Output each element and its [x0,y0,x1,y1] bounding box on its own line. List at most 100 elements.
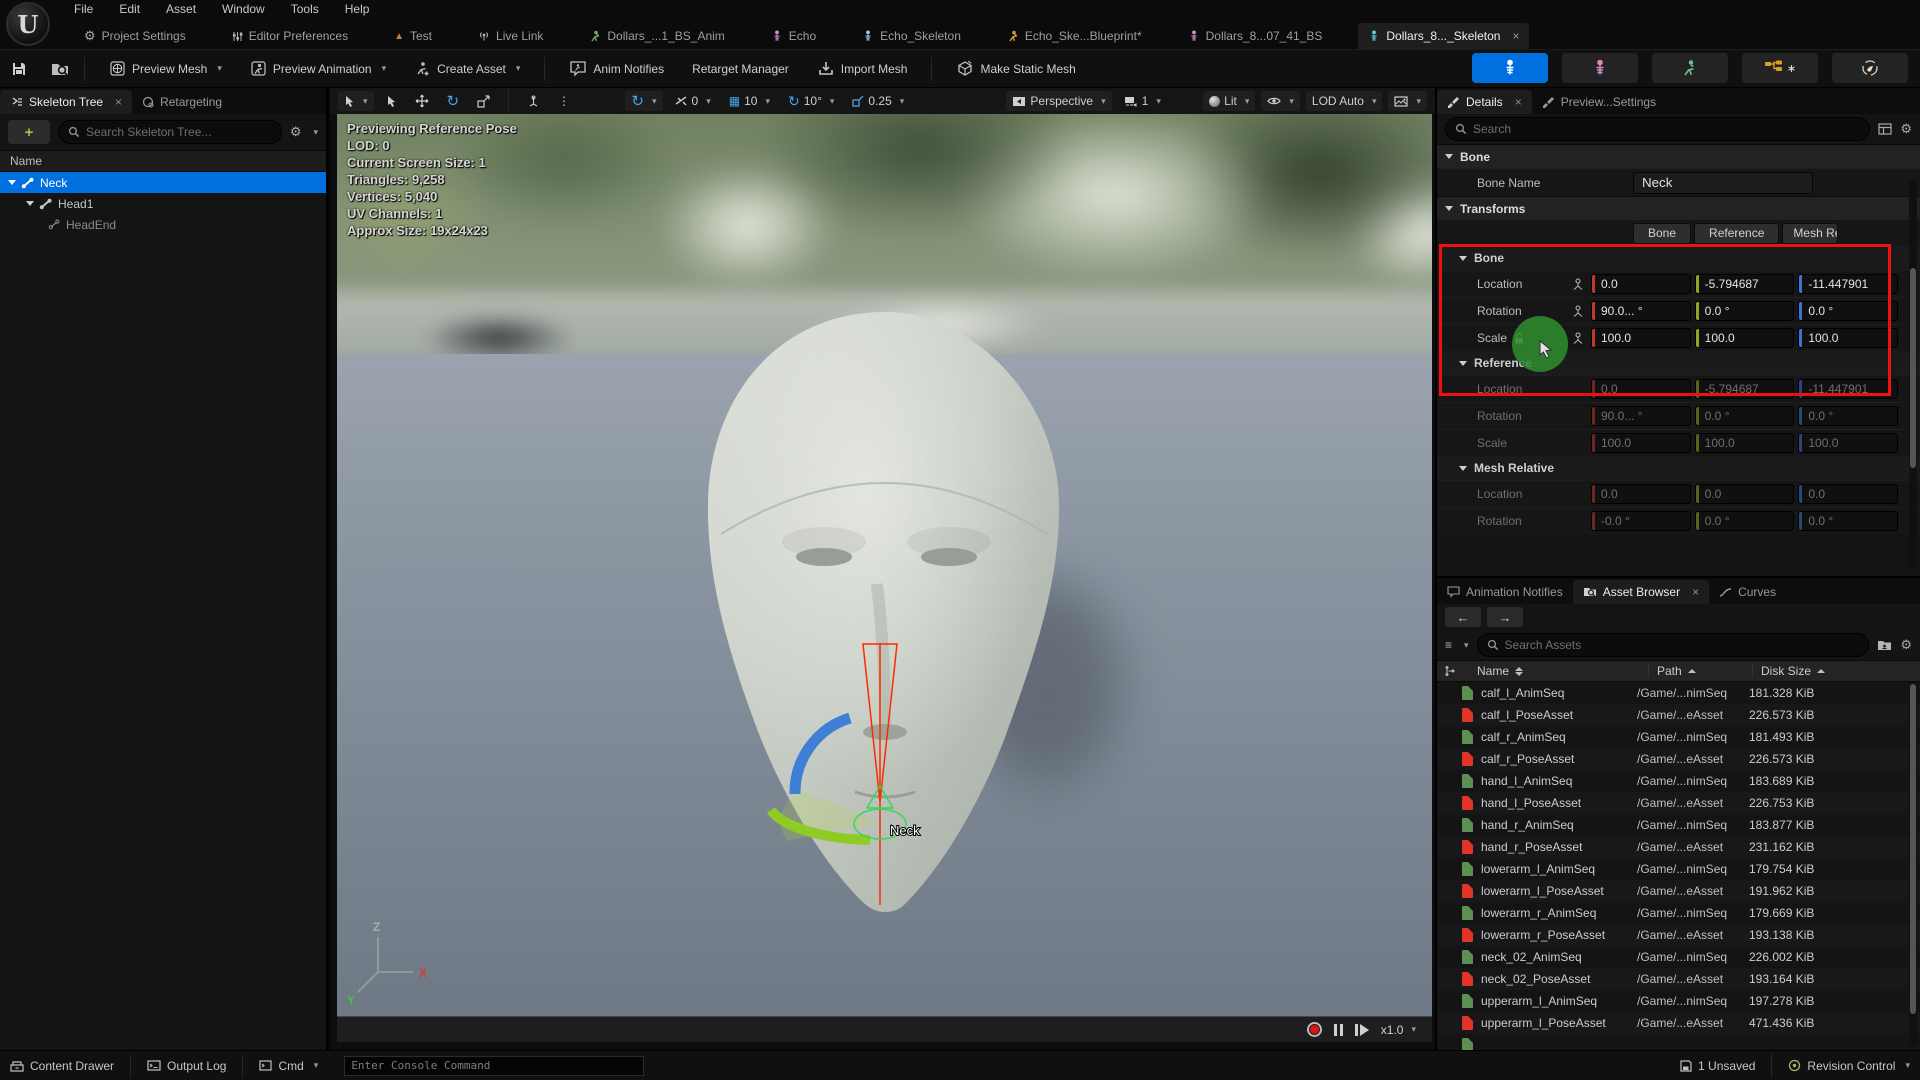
close-tab-icon[interactable]: × [1515,95,1522,109]
tab-asset-browser[interactable]: Asset Browser × [1573,580,1709,604]
details-scrollbar[interactable] [1909,180,1917,570]
tab-project-settings[interactable]: ⚙ Project Settings [74,23,196,49]
create-asset-button[interactable]: Create Asset▾ [404,54,530,83]
animation-mode-button[interactable] [1652,53,1728,83]
tab-echo-blueprint[interactable]: Echo_Ske...Blueprint* [997,23,1152,49]
skeleton-tree-search[interactable] [58,120,282,144]
bone-name-field[interactable] [1633,172,1813,194]
add-bone-button[interactable]: + [8,120,50,144]
filter-icon[interactable]: ≡ [1445,638,1452,652]
tab-test[interactable]: ▲ Test [384,23,442,49]
grid-snap-button[interactable]: ▦ 10▾ [723,91,776,111]
output-log-button[interactable]: Output Log [147,1059,226,1073]
tab-dollars-bs-anim[interactable]: Dollars_...1_BS_Anim [579,23,734,49]
gear-icon[interactable]: ⚙ [1900,121,1912,137]
close-tab-icon[interactable]: × [115,95,122,109]
display-options-icon[interactable] [1878,123,1892,135]
location-z-field[interactable]: -11.447901 [1798,274,1898,294]
table-row[interactable]: hand_l_PoseAsset/Game/...eAsset226.753 K… [1437,792,1920,814]
lod-button[interactable]: LOD Auto▾ [1306,91,1383,111]
blueprint-mode-button[interactable]: ∗ [1742,53,1818,83]
rotation-y-field[interactable]: 0.0 ° [1695,301,1795,321]
tab-skeleton-tree[interactable]: Skeleton Tree × [0,90,132,114]
folder-icon[interactable] [1877,639,1892,651]
rotation-snap-button[interactable]: ↻ 10°▾ [782,91,840,111]
scrollbar-thumb[interactable] [1910,268,1916,468]
asset-search[interactable] [1477,633,1870,657]
tab-details[interactable]: Details × [1437,90,1532,114]
screenshot-button[interactable]: ▾ [1388,91,1427,111]
tab-retargeting[interactable]: Retargeting [132,90,232,114]
table-row[interactable]: calf_l_PoseAsset/Game/...eAsset226.573 K… [1437,704,1920,726]
mesh-relative-group-header[interactable]: Mesh Relative [1437,456,1920,480]
perspective-button[interactable]: Perspective▾ [1006,91,1111,111]
bone-space-button[interactable]: Bone [1633,223,1691,244]
table-row[interactable] [1437,1034,1920,1050]
expand-arrow-icon[interactable] [26,201,34,206]
surface-snap-button[interactable]: 0▾ [669,91,717,111]
preview-viewport[interactable]: ▾ ↻ ⋮ ↻▾ 0▾ ▦ 10▾ ↻ 10°▾ 0.25▾ Perspecti [330,88,1435,1050]
menu-tools[interactable]: Tools [291,2,319,16]
save-icon[interactable] [10,60,28,78]
chevron-down-icon[interactable]: ▾ [313,127,318,138]
column-header-path[interactable]: Path [1649,664,1753,678]
skeleton-mode-button[interactable] [1472,53,1548,83]
scale-x-field[interactable]: 100.0 [1591,328,1691,348]
bone-section-header[interactable]: Bone [1437,144,1920,168]
tab-echo-skeleton[interactable]: Echo_Skeleton [852,23,971,49]
lit-mode-button[interactable]: Lit▾ [1203,91,1255,111]
tab-preview-scene-settings[interactable]: Preview...Settings [1532,90,1666,114]
pause-button[interactable] [1334,1024,1343,1036]
mesh-space-button[interactable]: Mesh Rel [1782,223,1838,244]
record-button[interactable] [1307,1022,1322,1037]
location-y-field[interactable]: -5.794687 [1695,274,1795,294]
bone-group-header[interactable]: Bone [1437,246,1920,270]
content-drawer-button[interactable]: Content Drawer [10,1059,114,1073]
column-header-name[interactable]: Name [1463,664,1649,678]
expand-arrow-icon[interactable] [8,180,16,185]
back-button[interactable]: ← [1445,607,1481,627]
gear-icon[interactable]: ⚙ [1900,637,1912,653]
gear-icon[interactable]: ⚙ [290,124,302,140]
tab-echo[interactable]: Echo [761,23,826,49]
forward-button[interactable]: → [1487,607,1523,627]
playback-timeline[interactable]: x1.0▾ [337,1016,1432,1042]
make-static-mesh-button[interactable]: Make Static Mesh [946,54,1085,84]
asset-search-input[interactable] [1505,638,1860,652]
tab-live-link[interactable]: Live Link [468,23,553,49]
details-search[interactable] [1445,117,1870,141]
select-tool-button[interactable] [380,91,403,111]
playback-speed-button[interactable]: x1.0▾ [1381,1023,1416,1037]
viewport-render-area[interactable]: Neck Z X Y Previewing Reference Pose LOD… [337,114,1432,1016]
console-command-bar[interactable] [344,1056,644,1076]
tab-curves[interactable]: Curves [1709,580,1786,604]
chevron-down-icon[interactable]: ▾ [1464,640,1469,651]
tree-row-head1[interactable]: Head1 [0,193,326,214]
table-row[interactable]: lowerarm_r_PoseAsset/Game/...eAsset193.1… [1437,924,1920,946]
table-row[interactable]: calf_r_PoseAsset/Game/...eAsset226.573 K… [1437,748,1920,770]
name-column-header[interactable]: Name [0,150,326,172]
console-command-input[interactable] [351,1059,637,1072]
reference-group-header[interactable]: Reference [1437,351,1920,375]
unsaved-assets-button[interactable]: 1 Unsaved [1679,1059,1755,1073]
table-row[interactable]: calf_l_AnimSeq/Game/...nimSeq181.328 KiB [1437,682,1920,704]
physics-mode-button[interactable] [1832,53,1908,83]
hierarchy-icon[interactable] [1437,665,1463,677]
table-row[interactable]: calf_r_AnimSeq/Game/...nimSeq181.493 KiB [1437,726,1920,748]
tab-editor-preferences[interactable]: Editor Preferences [222,23,358,49]
rotation-x-field[interactable]: 90.0... ° [1591,301,1691,321]
close-tab-icon[interactable]: × [1512,29,1519,43]
tab-dollars-bs[interactable]: Dollars_8...07_41_BS [1178,23,1333,49]
unlocked-icon[interactable] [1513,332,1524,344]
preview-mesh-button[interactable]: Preview Mesh▾ [99,54,232,83]
anim-notifies-button[interactable]: Anim Notifies [559,54,674,83]
table-row[interactable]: lowerarm_l_AnimSeq/Game/...nimSeq179.754… [1437,858,1920,880]
scale-z-field[interactable]: 100.0 [1798,328,1898,348]
reference-space-button[interactable]: Reference [1694,223,1779,244]
table-row[interactable]: neck_02_AnimSeq/Game/...nimSeq226.002 Ki… [1437,946,1920,968]
table-row[interactable]: neck_02_PoseAsset/Game/...eAsset193.164 … [1437,968,1920,990]
menu-edit[interactable]: Edit [119,2,140,16]
rotation-space-button[interactable]: ↻▾ [625,91,662,111]
menu-window[interactable]: Window [222,2,265,16]
retarget-manager-button[interactable]: Retarget Manager [682,56,799,82]
